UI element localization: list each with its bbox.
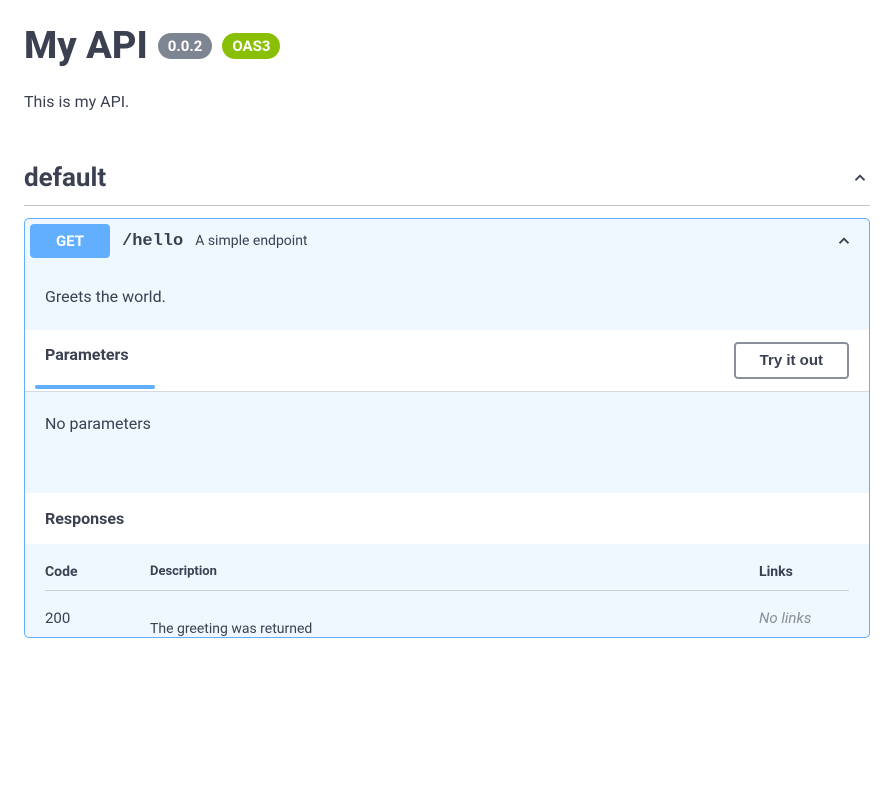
no-parameters-text: No parameters: [25, 392, 869, 493]
chevron-up-icon: [834, 231, 854, 251]
operation-description: Greets the world.: [25, 263, 869, 330]
operation-path: /hello: [122, 232, 183, 251]
chevron-up-icon: [850, 168, 870, 188]
operation-block: GET /hello A simple endpoint Greets the …: [24, 218, 870, 638]
responses-table: Code Description Links 200 The greeting …: [25, 544, 869, 637]
parameters-header: Parameters Try it out: [25, 330, 869, 392]
oas-badge: OAS3: [222, 33, 280, 59]
response-links: No links: [759, 609, 849, 627]
parameters-title: Parameters: [45, 345, 129, 364]
tag-name: default: [24, 163, 106, 193]
response-description: The greeting was returned: [150, 609, 759, 637]
column-description: Description: [150, 564, 759, 580]
tag-header[interactable]: default: [24, 151, 870, 206]
operation-summary: A simple endpoint: [195, 233, 822, 249]
api-title: My API: [24, 24, 148, 68]
column-code: Code: [45, 564, 150, 580]
method-badge: GET: [30, 224, 110, 258]
responses-title: Responses: [45, 509, 124, 528]
try-it-out-button[interactable]: Try it out: [734, 342, 849, 379]
responses-header: Responses: [25, 493, 869, 544]
response-row: 200 The greeting was returned No links: [45, 609, 849, 637]
response-code: 200: [45, 609, 150, 627]
version-badge: 0.0.2: [158, 33, 213, 59]
api-description: This is my API.: [24, 92, 870, 111]
column-links: Links: [759, 564, 849, 580]
operation-header[interactable]: GET /hello A simple endpoint: [25, 219, 869, 263]
